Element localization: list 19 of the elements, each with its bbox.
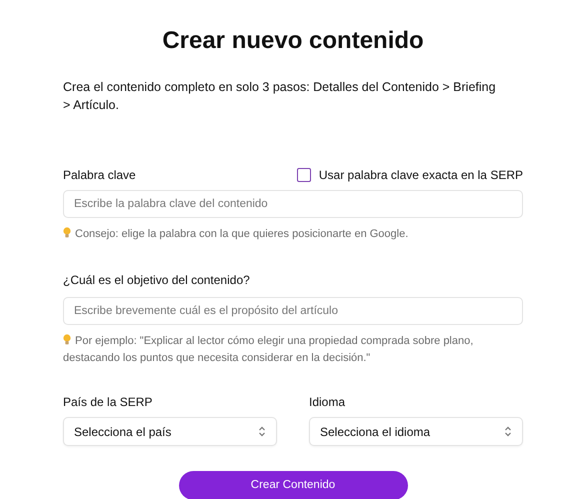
field-label: Idioma — [309, 394, 346, 411]
objective-input-field[interactable]: Escribe brevemente cuál es el propósito del artículo — [63, 297, 523, 325]
chevron-updown-icon — [504, 426, 512, 437]
hint-text: Por ejemplo: "Explicar al lector cómo elegir una propiedad comprada sobre plano, destacando los puntos que necesita considerar en la decisión." — [63, 333, 474, 366]
hint-text: Consejo: elige la palabra con la que quieres posicionarte en Google. — [63, 226, 523, 243]
field-label: Palabra clave — [63, 167, 136, 184]
lightbulb-icon — [63, 334, 71, 345]
lightbulb-icon — [63, 227, 71, 238]
checkbox-label: Usar palabra clave exacta en la SERP — [318, 167, 523, 184]
keyword-input-field[interactable]: Escribe la palabra clave del contenido — [63, 190, 523, 218]
chevron-updown-icon — [258, 426, 266, 437]
create-content-button[interactable]: Crear Contenido — [178, 471, 408, 499]
field-label: País de la SERP — [63, 394, 154, 411]
select-dropdown[interactable]: Selecciona el idioma — [309, 417, 523, 446]
field-label: ¿Cuál es el objetivo del contenido? — [63, 272, 251, 289]
page-title: Crear nuevo contenido — [161, 26, 425, 56]
select-dropdown[interactable]: Selecciona el país — [63, 417, 277, 446]
description-text: Crea el contenido completo en solo 3 pasos: Detalles del Contenido > Briefing > Artículo. — [63, 79, 497, 114]
checkbox[interactable] — [296, 168, 311, 182]
